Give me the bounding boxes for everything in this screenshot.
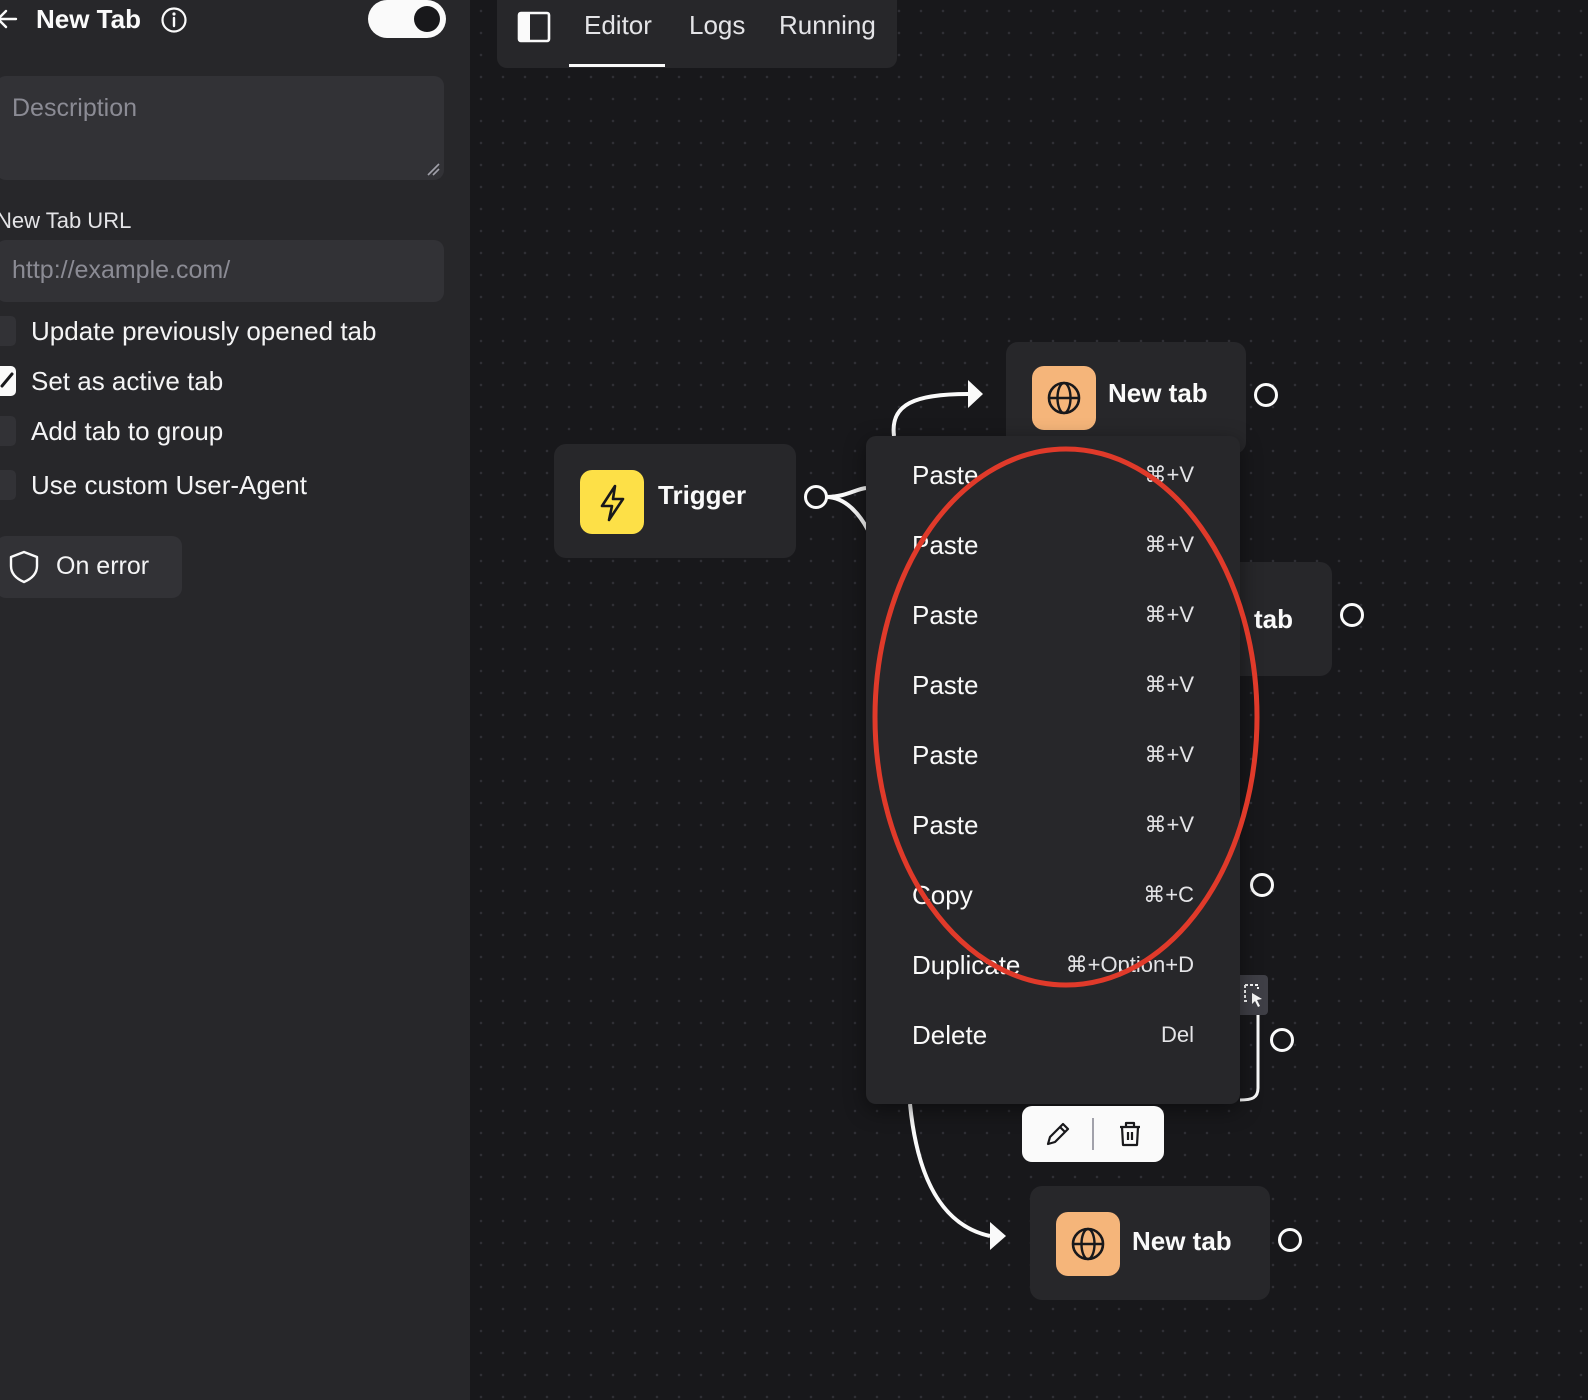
menu-item-label: Paste	[912, 740, 979, 770]
menu-item-copy[interactable]: Copy ⌘+C	[866, 864, 1240, 934]
globe-icon	[1047, 381, 1081, 415]
menu-item-shortcut: ⌘+V	[1144, 742, 1194, 767]
menu-item-label: Paste	[912, 600, 979, 630]
menu-item-shortcut: ⌘+Option+D	[1065, 952, 1194, 977]
menu-item-shortcut: ⌘+V	[1144, 812, 1194, 837]
menu-item-shortcut: ⌘+V	[1144, 462, 1194, 487]
trash-icon[interactable]	[1114, 1118, 1146, 1150]
menu-item-paste[interactable]: Paste ⌘+V	[866, 724, 1240, 794]
active-tab-indicator	[569, 64, 665, 67]
new-tab-middle-label: tab	[1254, 604, 1293, 634]
trigger-icon-box	[580, 470, 644, 534]
new-tab-bottom-output-port[interactable]	[1278, 1228, 1302, 1252]
tab-editor[interactable]: Editor	[584, 10, 652, 41]
new-tab-label: New tab	[1108, 378, 1208, 408]
trigger-node[interactable]: Trigger	[554, 444, 796, 558]
toolbar-separator	[1092, 1118, 1094, 1150]
globe-icon-box	[1032, 366, 1096, 430]
pencil-icon[interactable]	[1042, 1118, 1074, 1150]
new-tab-output-port[interactable]	[1254, 383, 1278, 407]
globe-icon	[1071, 1227, 1105, 1261]
hidden-node-output-port[interactable]	[1250, 873, 1274, 897]
new-tab-node-bottom[interactable]: New tab	[1030, 1186, 1270, 1300]
trigger-output-port[interactable]	[804, 485, 828, 509]
hidden-node-2-output-port[interactable]	[1270, 1028, 1294, 1052]
globe-icon-box	[1056, 1212, 1120, 1276]
menu-item-paste[interactable]: Paste ⌘+V	[866, 584, 1240, 654]
menu-item-label: Delete	[912, 1020, 988, 1050]
context-menu: Paste ⌘+V Paste ⌘+V Paste ⌘+V Paste ⌘+V …	[866, 436, 1240, 1104]
menu-item-shortcut: ⌘+V	[1144, 532, 1194, 557]
new-tab-middle-output-port[interactable]	[1340, 603, 1364, 627]
menu-item-shortcut: ⌘+V	[1144, 672, 1194, 697]
trigger-label: Trigger	[658, 480, 747, 510]
menu-item-shortcut: ⌘+V	[1144, 602, 1194, 627]
menu-item-label: Paste	[912, 810, 979, 840]
menu-item-duplicate[interactable]: Duplicate ⌘+Option+D	[866, 934, 1240, 1004]
new-tab-bottom-label: New tab	[1132, 1226, 1232, 1256]
menu-item-paste[interactable]: Paste ⌘+V	[866, 514, 1240, 584]
menu-item-paste[interactable]: Paste ⌘+V	[866, 654, 1240, 724]
node-toolbar	[1022, 1106, 1164, 1162]
select-element-icon[interactable]	[1236, 975, 1268, 1015]
tab-running[interactable]: Running	[779, 10, 876, 41]
menu-item-label: Duplicate	[912, 950, 1021, 980]
editor-tab-bar: Editor Logs Running	[497, 0, 897, 68]
menu-item-label: Paste	[912, 460, 979, 490]
menu-item-paste[interactable]: Paste ⌘+V	[866, 444, 1240, 514]
menu-item-shortcut: ⌘+C	[1143, 882, 1194, 907]
menu-item-label: Paste	[912, 670, 979, 700]
menu-item-label: Paste	[912, 530, 979, 560]
tab-logs[interactable]: Logs	[689, 10, 745, 41]
menu-item-paste[interactable]: Paste ⌘+V	[866, 794, 1240, 864]
bolt-icon	[600, 484, 625, 522]
connection-lines	[825, 380, 1260, 1250]
menu-item-shortcut: Del	[1160, 1022, 1194, 1047]
menu-item-label: Copy	[912, 880, 973, 910]
sidebar-toggle-icon[interactable]	[517, 10, 551, 44]
menu-item-delete[interactable]: Delete Del	[866, 1004, 1240, 1074]
